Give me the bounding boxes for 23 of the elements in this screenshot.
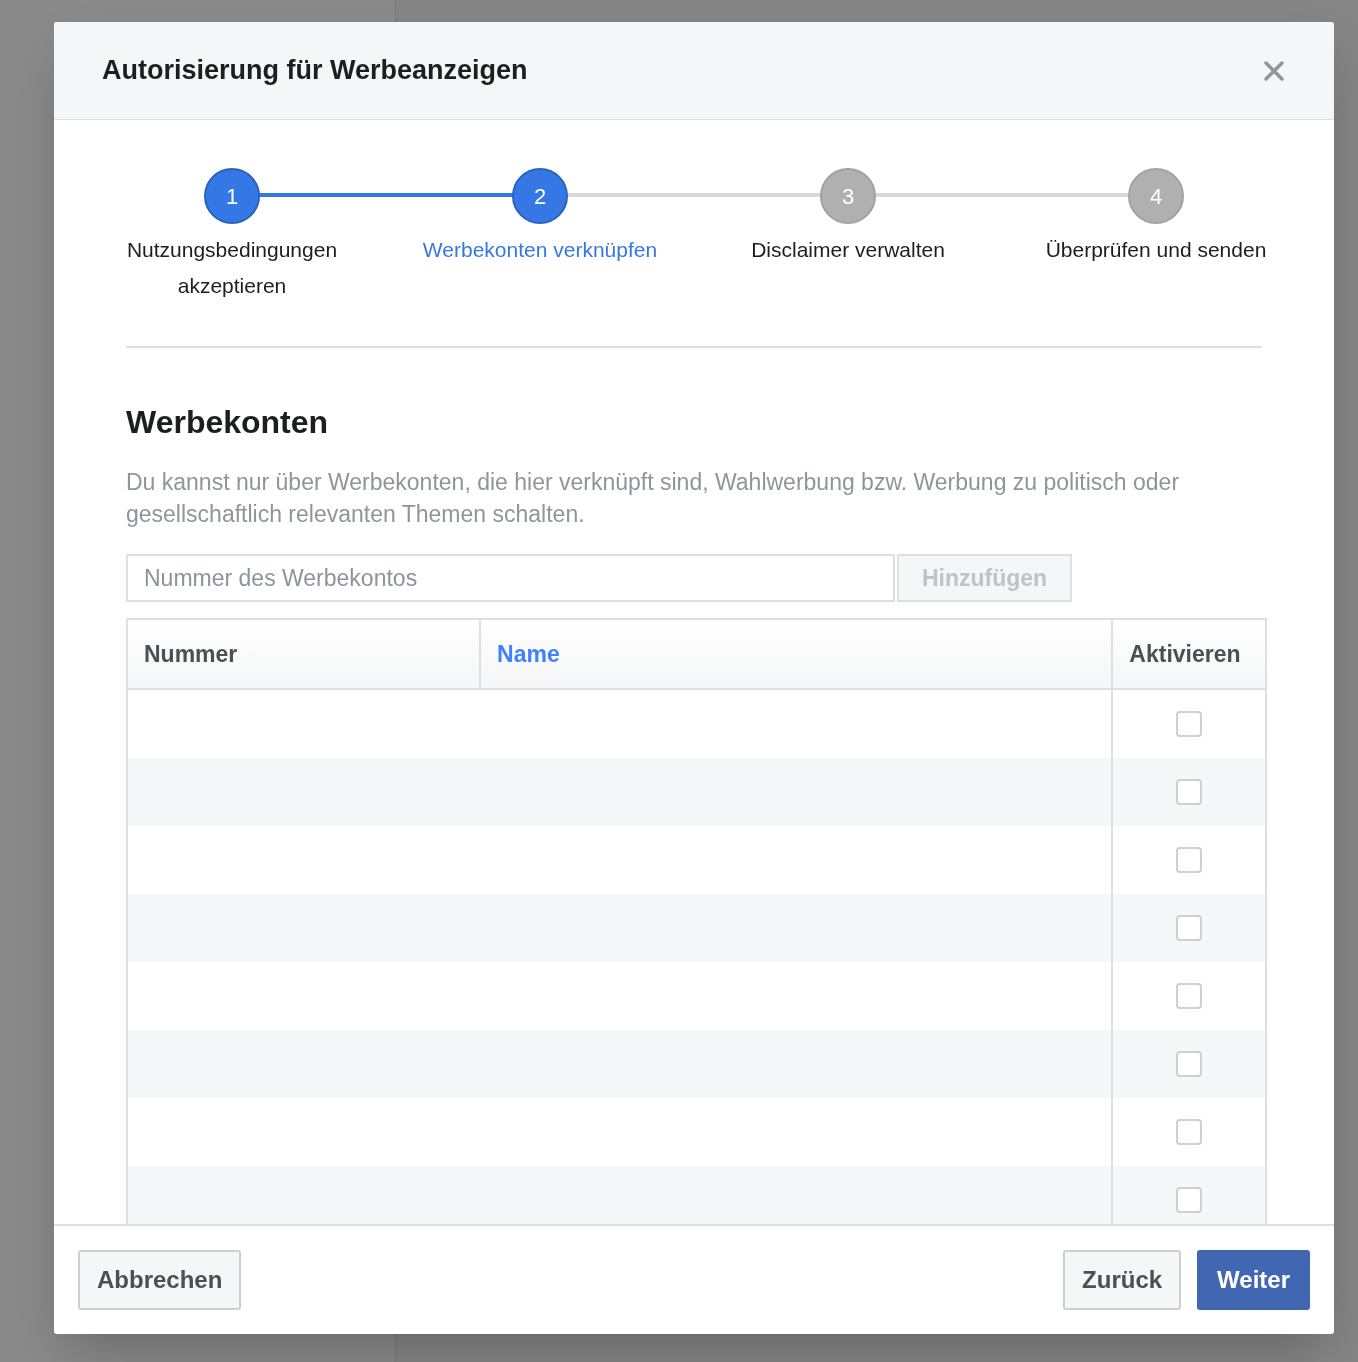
account-number-field[interactable]: Nummer des Werbekontos (126, 554, 895, 602)
activate-checkbox[interactable] (1176, 1119, 1203, 1145)
step-label: Werbekonten verknüpfen (421, 237, 659, 263)
step-label: Nutzungsbedingungen akzeptieren (125, 237, 339, 299)
step-label: Überprüfen und senden (1044, 237, 1268, 263)
close-icon[interactable] (1262, 58, 1286, 83)
step-label: Disclaimer verwalten (750, 237, 946, 263)
activate-checkbox[interactable] (1176, 711, 1203, 737)
section-heading: Werbekonten (126, 403, 330, 442)
activate-checkbox[interactable] (1176, 915, 1203, 941)
next-button[interactable]: Weiter (1197, 1250, 1310, 1310)
activate-checkbox[interactable] (1176, 779, 1203, 805)
cancel-button[interactable]: Abbrechen (78, 1250, 242, 1310)
column-header[interactable]: Name (497, 636, 560, 672)
section-description: Du kannst nur über Werbekonten, die hier verknüpft sind, Wahlwerbung bzw. Werbung zu politisch oder gesellschaftlich relevanten Themen schalten. (126, 468, 1181, 529)
back-button[interactable]: Zurück (1063, 1250, 1182, 1310)
activate-checkbox[interactable] (1176, 983, 1203, 1009)
activate-checkbox[interactable] (1176, 1051, 1203, 1077)
column-header[interactable]: Nummer (144, 636, 238, 672)
dialog-title: Autorisierung für Werbeanzeigen (102, 54, 528, 88)
activate-checkbox[interactable] (1176, 847, 1203, 873)
activate-checkbox[interactable] (1176, 1187, 1203, 1213)
column-header[interactable]: Aktivieren (1129, 636, 1241, 672)
